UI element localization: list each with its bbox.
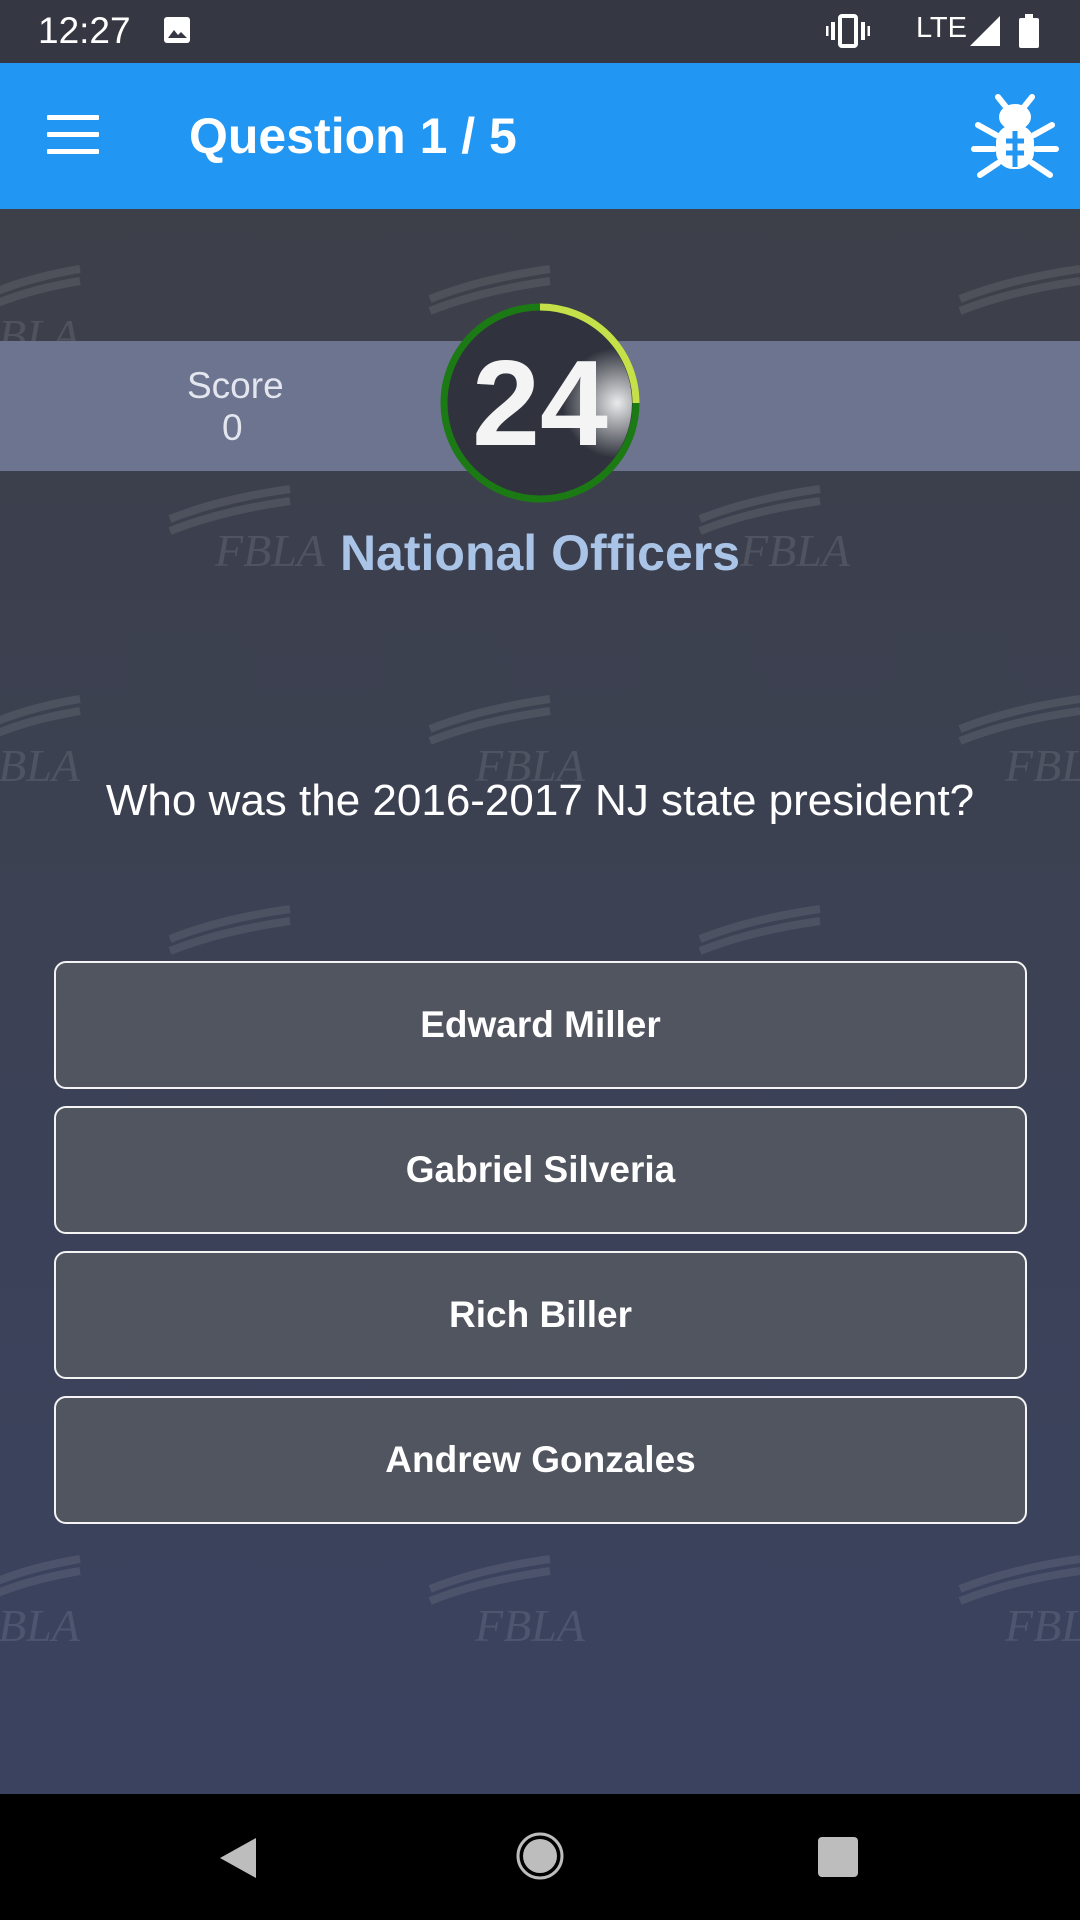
question-text: Who was the 2016-2017 NJ state president… (105, 776, 975, 825)
home-icon[interactable] (515, 1831, 565, 1881)
countdown-timer: 24 (438, 301, 642, 505)
status-bar: 12:27 LTE (0, 0, 1080, 63)
watermark-text: FBLA (475, 1600, 585, 1651)
image-icon (164, 17, 190, 43)
signal-icon (970, 16, 1000, 46)
back-icon[interactable] (218, 1836, 258, 1880)
category-title: National Officers (339, 525, 741, 581)
menu-icon[interactable] (47, 115, 99, 155)
page-title: Question 1 / 5 (189, 108, 517, 164)
bug-icon[interactable] (970, 91, 1060, 181)
answer-button-4[interactable]: Andrew Gonzales (54, 1396, 1027, 1524)
answer-button-1[interactable]: Edward Miller (54, 961, 1027, 1089)
answer-button-2[interactable]: Gabriel Silveria (54, 1106, 1027, 1234)
score-label: Score (187, 365, 284, 406)
system-nav-bar (0, 1794, 1080, 1920)
battery-icon (1019, 14, 1039, 48)
app-bar: Question 1 / 5 (0, 63, 1080, 209)
quiz-content: FBLA FBLA FBLA FBLA FBLA FBLA FBLA FBLA … (0, 209, 1080, 1794)
timer-seconds: 24 (472, 335, 608, 471)
recents-icon[interactable] (818, 1837, 858, 1877)
answer-button-3[interactable]: Rich Biller (54, 1251, 1027, 1379)
watermark-text: FBLA (0, 1600, 80, 1651)
network-type: LTE (915, 12, 967, 44)
answer-list: Edward Miller Gabriel Silveria Rich Bill… (54, 961, 1027, 1541)
status-time: 12:27 (38, 10, 131, 51)
vibrate-icon (826, 14, 870, 48)
watermark-text: FBLA (1005, 1600, 1080, 1651)
score-value: 0 (222, 407, 243, 448)
